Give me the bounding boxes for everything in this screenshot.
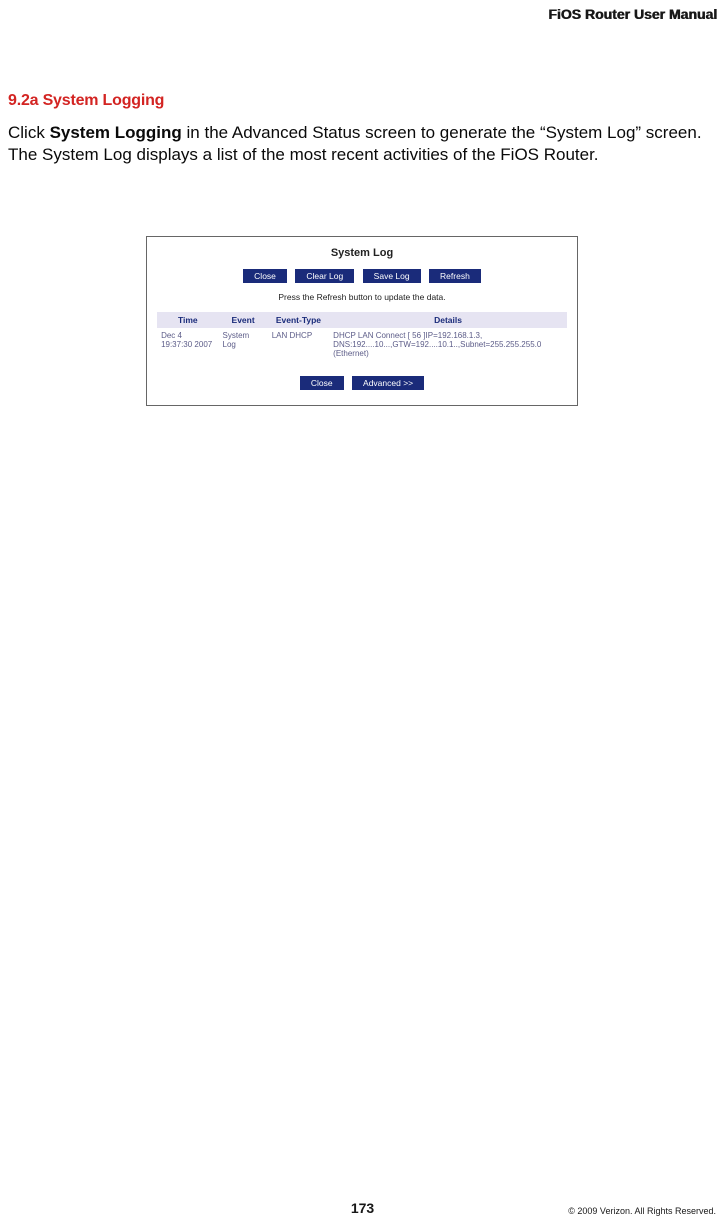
cell-event-type: LAN DHCP — [268, 328, 329, 361]
th-event-type: Event-Type — [268, 312, 329, 328]
cell-event: System Log — [219, 328, 268, 361]
system-log-title: System Log — [155, 247, 569, 259]
cell-details: DHCP LAN Connect [ 56 ]IP=192.168.1.3, D… — [329, 328, 567, 361]
save-log-button[interactable]: Save Log — [363, 269, 421, 283]
close-button-top[interactable]: Close — [243, 269, 287, 283]
body-text-bold: System Logging — [50, 123, 182, 142]
copyright-text: © 2009 Verizon. All Rights Reserved. — [568, 1206, 716, 1216]
th-event: Event — [219, 312, 268, 328]
log-table: Time Event Event-Type Details Dec 4 19:3… — [157, 312, 567, 361]
body-text-pre: Click — [8, 123, 50, 142]
th-details: Details — [329, 312, 567, 328]
advanced-button[interactable]: Advanced >> — [352, 376, 424, 390]
instruction-text: Press the Refresh button to update the d… — [155, 292, 569, 302]
table-header-row: Time Event Event-Type Details — [157, 312, 567, 328]
table-row: Dec 4 19:37:30 2007 System Log LAN DHCP … — [157, 328, 567, 361]
cell-time: Dec 4 19:37:30 2007 — [157, 328, 218, 361]
section-heading: 9.2a System Logging — [8, 92, 164, 110]
clear-log-button[interactable]: Clear Log — [295, 269, 354, 283]
body-paragraph: Click System Logging in the Advanced Sta… — [8, 122, 705, 166]
bottom-button-row: Close Advanced >> — [155, 373, 569, 391]
page-header-title: FiOS Router User Manual — [548, 6, 717, 22]
system-log-screenshot: System Log Close Clear Log Save Log Refr… — [146, 236, 578, 406]
close-button-bottom[interactable]: Close — [300, 376, 344, 390]
page-footer: 173 © 2009 Verizon. All Rights Reserved. — [0, 1200, 725, 1216]
refresh-button[interactable]: Refresh — [429, 269, 481, 283]
top-button-row: Close Clear Log Save Log Refresh — [155, 266, 569, 284]
th-time: Time — [157, 312, 218, 328]
